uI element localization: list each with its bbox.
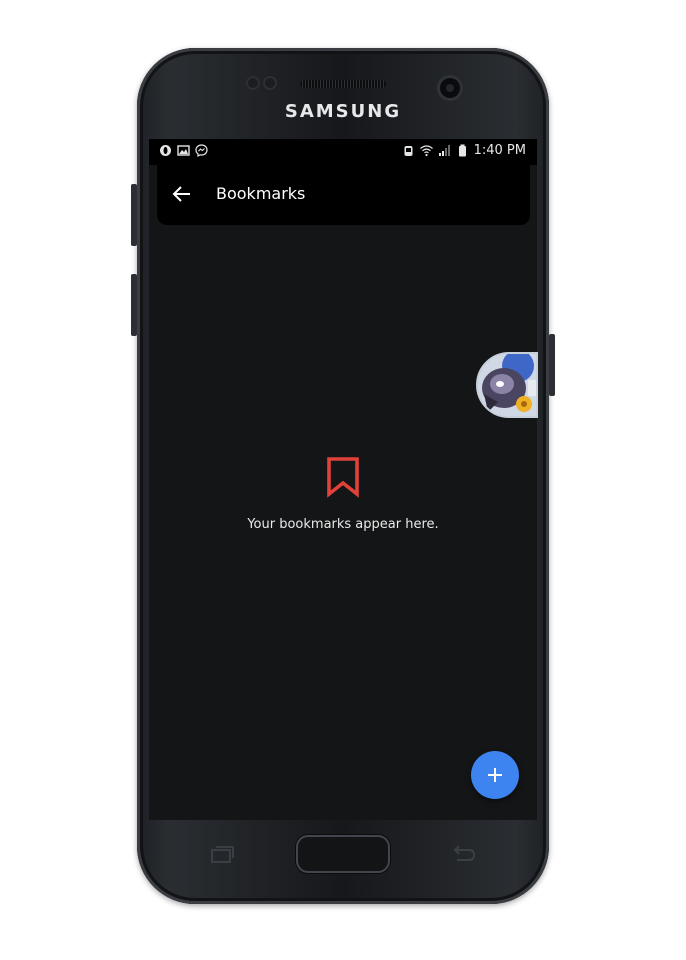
add-bookmark-button[interactable]	[471, 751, 519, 799]
front-camera-icon	[440, 78, 460, 98]
proximity-sensor	[246, 76, 260, 90]
brand-logo: SAMSUNG	[284, 101, 402, 122]
messenger-notification-icon	[195, 144, 208, 157]
signal-icon	[438, 145, 450, 156]
opera-notification-icon	[160, 145, 171, 156]
page-title: Bookmarks	[216, 184, 306, 203]
screen: 1:40 PM Bookmarks Your bookmarks appear …	[149, 139, 537, 820]
light-sensor	[263, 76, 277, 90]
home-button[interactable]	[296, 835, 390, 873]
power-button[interactable]	[549, 334, 555, 396]
battery-icon	[458, 144, 466, 157]
image-notification-icon	[177, 145, 190, 156]
chat-head-bubble[interactable]	[476, 352, 538, 418]
status-bar: 1:40 PM	[149, 139, 537, 165]
back-arrow-icon[interactable]	[171, 183, 193, 205]
app-bar: Bookmarks	[157, 165, 530, 225]
notification-icons	[159, 144, 208, 157]
wifi-icon	[419, 145, 433, 157]
system-status-icons: 1:40 PM	[402, 143, 526, 158]
volume-down-button[interactable]	[131, 274, 137, 336]
bookmark-icon	[327, 457, 359, 498]
volume-up-button[interactable]	[131, 184, 137, 246]
empty-state-message: Your bookmarks appear here.	[247, 517, 439, 532]
alarm-icon	[404, 146, 413, 156]
plus-icon	[488, 768, 502, 782]
earpiece-speaker	[300, 80, 386, 88]
recent-apps-key-icon[interactable]	[208, 845, 236, 865]
chat-head-avatar-icon	[478, 354, 536, 416]
status-time: 1:40 PM	[473, 143, 526, 158]
back-key-icon[interactable]	[449, 843, 477, 865]
